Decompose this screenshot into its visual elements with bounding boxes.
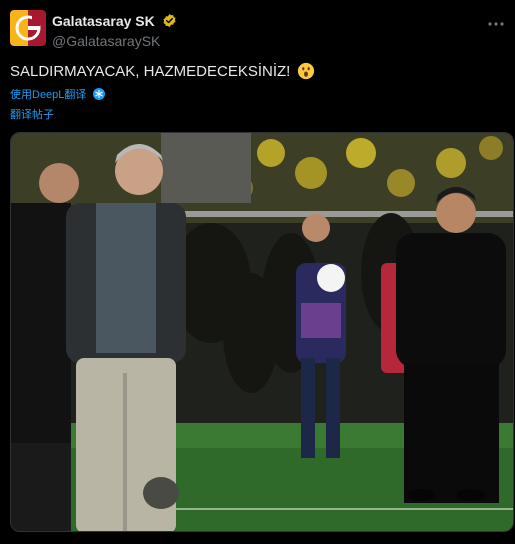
more-options-icon[interactable]: [487, 14, 505, 32]
deepl-translate-link[interactable]: 使用DeepL翻译: [10, 86, 106, 102]
display-name[interactable]: Galatasaray SK: [52, 13, 155, 29]
tweet-text: SALDIRMAYACAK, HAZMEDECEKSİNİZ!: [10, 62, 315, 80]
deepl-translate-label: 使用DeepL翻译: [10, 89, 87, 101]
translate-post-link[interactable]: 翻译帖子: [10, 106, 54, 122]
photo-football-sideline: [11, 133, 513, 531]
tweet-header: Galatasaray SK @GalatasaraySK: [10, 10, 505, 50]
author-names: Galatasaray SK @GalatasaraySK: [52, 12, 177, 49]
avatar[interactable]: [10, 10, 46, 46]
astonished-face-icon: [297, 62, 314, 80]
handle[interactable]: @GalatasaraySK: [52, 33, 177, 49]
deepl-icon: [93, 88, 106, 100]
tweet-text-content: SALDIRMAYACAK, HAZMEDECEKSİNİZ!: [10, 63, 291, 80]
verified-badge-icon: [163, 14, 176, 28]
galatasaray-logo-icon: [10, 10, 46, 46]
tweet-photo[interactable]: [10, 132, 514, 532]
